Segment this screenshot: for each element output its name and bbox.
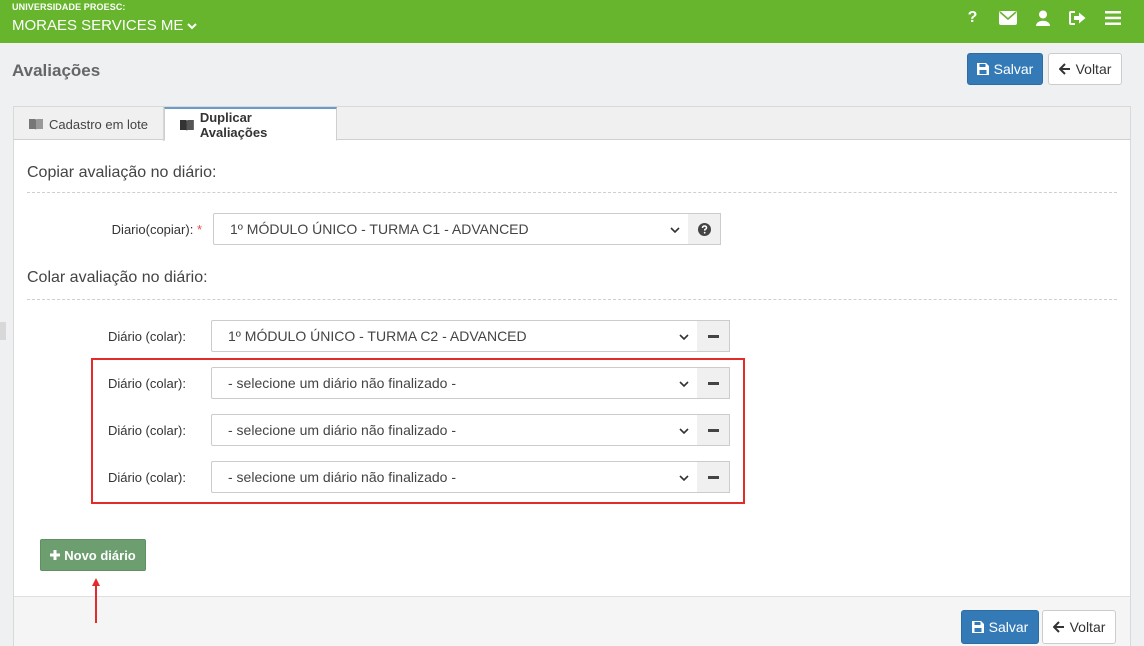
arrow-left-icon — [1052, 621, 1064, 633]
logout-button[interactable] — [1060, 0, 1095, 36]
minus-icon — [707, 334, 719, 338]
company-name: MORAES SERVICES ME — [12, 17, 184, 34]
copy-diary-select[interactable]: 1º MÓDULO ÚNICO - TURMA C1 - ADVANCED — [213, 213, 689, 245]
save-label: Salvar — [988, 619, 1029, 635]
page-header: Avaliações Salvar Voltar — [0, 43, 1144, 99]
copy-diary-value: 1º MÓDULO ÚNICO - TURMA C1 - ADVANCED — [230, 221, 529, 237]
copy-section-title: Copiar avaliação no diário: — [27, 164, 217, 181]
floppy-disk-icon — [976, 63, 989, 75]
help-button[interactable]: ? — [955, 0, 990, 36]
divider — [27, 299, 1117, 300]
paste-diary-select[interactable]: 1º MÓDULO ÚNICO - TURMA C2 - ADVANCED — [211, 320, 698, 352]
highlight-box — [91, 358, 745, 504]
plus-icon — [50, 550, 61, 560]
paste-diary-label: Diário (colar): — [107, 329, 186, 344]
university-name: UNIVERSIDADE PROESC: — [12, 2, 126, 12]
chevron-down-icon — [679, 334, 689, 341]
company-selector[interactable]: MORAES SERVICES ME — [12, 17, 198, 34]
sign-out-icon — [1069, 11, 1086, 25]
side-handle[interactable] — [0, 322, 6, 340]
menu-icon — [1104, 11, 1121, 25]
panel-footer: Salvar Voltar — [14, 596, 1130, 646]
question-circle-icon — [697, 222, 711, 236]
tab-bar: Cadastro em lote Duplicar Avaliações — [14, 107, 1130, 141]
book-icon — [180, 119, 194, 131]
paste-section-title: Colar avaliação no diário: — [27, 269, 208, 286]
book-icon — [29, 119, 43, 130]
copy-diary-label-text: Diario(copiar): — [111, 222, 194, 237]
back-button-bottom[interactable]: Voltar — [1042, 610, 1116, 644]
main-panel: Cadastro em lote Duplicar Avaliações Cop… — [13, 106, 1131, 646]
arrow-left-icon — [1058, 63, 1070, 75]
profile-button[interactable] — [1025, 0, 1060, 36]
help-addon-button[interactable] — [688, 213, 721, 245]
chevron-down-icon — [187, 22, 198, 29]
remove-diary-button[interactable] — [697, 320, 730, 352]
tab-cadastro-em-lote[interactable]: Cadastro em lote — [14, 107, 164, 141]
tab-label: Duplicar Avaliações — [199, 109, 268, 140]
save-button-top[interactable]: Salvar — [967, 53, 1043, 85]
help-icon: ? — [967, 9, 978, 26]
back-button-top[interactable]: Voltar — [1048, 53, 1122, 85]
back-label: Voltar — [1069, 619, 1106, 635]
back-label: Voltar — [1075, 61, 1112, 77]
user-icon — [1035, 10, 1050, 26]
paste-diary-value: 1º MÓDULO ÚNICO - TURMA C2 - ADVANCED — [228, 328, 527, 344]
save-button-bottom[interactable]: Salvar — [961, 610, 1039, 644]
required-mark: * — [196, 222, 202, 237]
chevron-down-icon — [670, 227, 680, 234]
arrow-up-icon — [92, 578, 100, 623]
tab-label: Cadastro em lote — [49, 116, 148, 132]
messages-button[interactable] — [990, 0, 1025, 36]
new-diary-button[interactable]: Novo diário — [40, 539, 146, 571]
new-diary-label: Novo diário — [64, 547, 136, 563]
divider — [27, 192, 1117, 193]
tab-duplicar-avaliacoes[interactable]: Duplicar Avaliações — [164, 107, 337, 141]
copy-diary-label: Diario(copiar): * — [74, 222, 202, 237]
save-label: Salvar — [993, 61, 1034, 77]
menu-button[interactable] — [1095, 0, 1130, 36]
page-title: Avaliações — [12, 61, 101, 80]
floppy-disk-icon — [971, 621, 984, 633]
top-navbar: UNIVERSIDADE PROESC: MORAES SERVICES ME … — [0, 0, 1144, 43]
envelope-icon — [998, 11, 1017, 25]
